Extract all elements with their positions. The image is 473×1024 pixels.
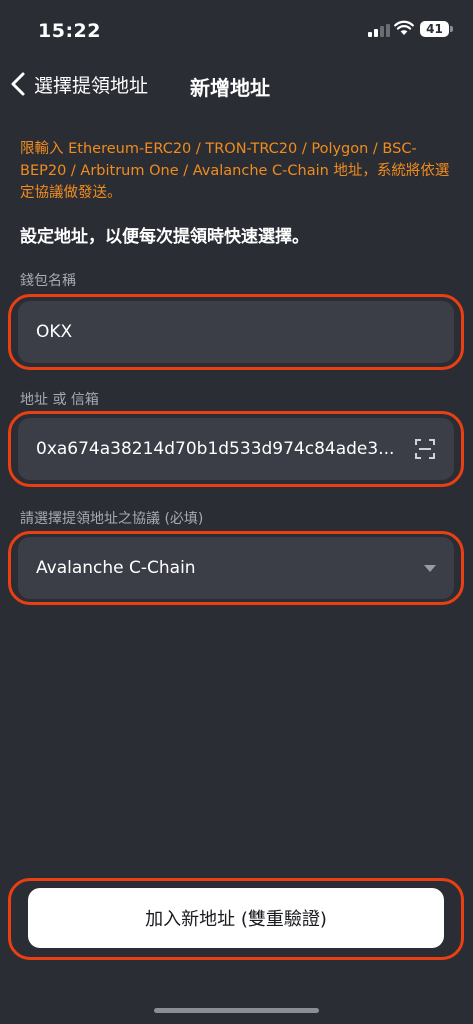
cellular-signal-icon [368,24,390,37]
protocol-label: 請選擇提領地址之協議 (必填) [20,511,204,527]
battery-icon: 41 [420,21,449,37]
status-time: 15:22 [38,20,101,42]
address-label: 地址 或 信箱 [20,392,99,408]
add-address-button[interactable]: 加入新地址 (雙重驗證) [28,888,444,948]
chevron-down-icon [424,564,436,572]
screen: 15:22 41 選擇提領地址 新增地址 限輸入 Ethereum-ERC20 … [0,0,473,1024]
back-button[interactable]: 選擇提領地址 [8,66,148,102]
nav-bar: 選擇提領地址 新增地址 [0,60,473,108]
qr-scan-icon[interactable] [414,438,436,460]
status-bar: 15:22 41 [0,0,473,60]
chevron-left-icon [11,72,25,96]
wifi-icon [394,20,414,35]
protocol-notice: 限輸入 Ethereum-ERC20 / TRON-TRC20 / Polygo… [20,141,450,201]
address-value: 0xa674a38214d70b1d533d974c84ade3... [36,439,395,459]
wallet-name-value: OKX [36,322,73,342]
wallet-name-label: 錢包名稱 [20,273,76,289]
back-label: 選擇提領地址 [34,74,149,97]
wallet-name-field[interactable]: OKX [18,301,454,363]
page-title: 新增地址 [190,76,270,100]
section-title: 設定地址，以便每次提領時快速選擇。 [20,227,309,247]
protocol-value: Avalanche C-Chain [36,558,196,578]
battery-tip [450,26,453,32]
address-field[interactable]: 0xa674a38214d70b1d533d974c84ade3... [18,418,454,480]
protocol-select[interactable]: Avalanche C-Chain [18,537,454,599]
home-indicator [154,1008,319,1013]
